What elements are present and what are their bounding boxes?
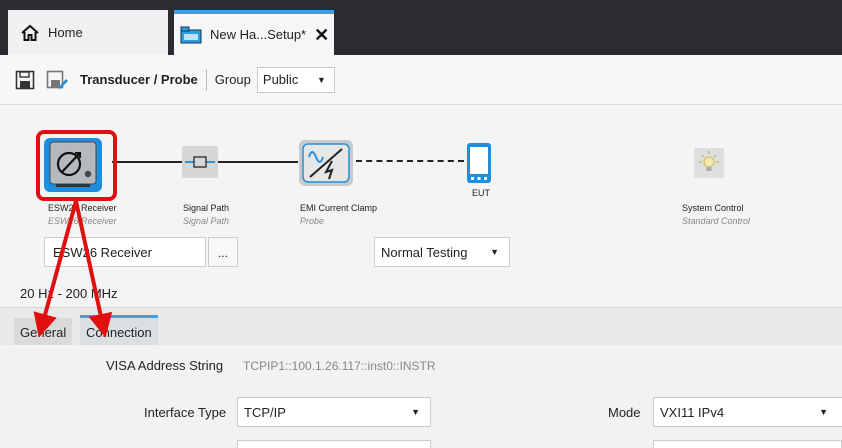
arrow-to-connection [74, 200, 113, 338]
arrow-to-general [33, 200, 78, 338]
annotation-arrows [33, 200, 113, 338]
